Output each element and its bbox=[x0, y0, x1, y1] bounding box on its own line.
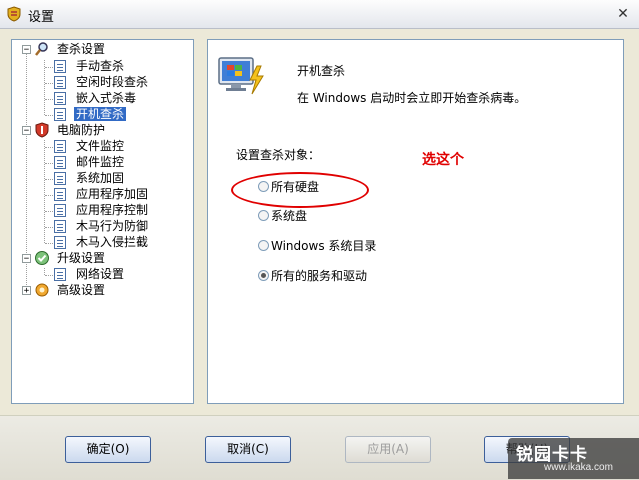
page-icon bbox=[54, 156, 66, 169]
annotation-ellipse bbox=[231, 172, 369, 208]
radio-windows-dir[interactable] bbox=[258, 240, 269, 251]
tree-connector bbox=[45, 211, 53, 212]
shield-protect-icon bbox=[35, 122, 49, 138]
tree-item-system-harden[interactable]: 系统加固 bbox=[76, 170, 124, 186]
apply-button[interactable]: 应用(A) bbox=[345, 436, 431, 463]
shield-app-icon bbox=[7, 6, 21, 22]
tree-item-network[interactable]: 网络设置 bbox=[76, 266, 124, 282]
cancel-button[interactable]: 取消(C) bbox=[205, 436, 291, 463]
collapse-toggle-scan[interactable]: − bbox=[22, 45, 31, 55]
tree-item-trojan-intrusion[interactable]: 木马入侵拦截 bbox=[76, 234, 148, 250]
collapse-toggle-protect[interactable]: − bbox=[22, 126, 31, 136]
tree-item-trojan-behavior[interactable]: 木马行为防御 bbox=[76, 218, 148, 234]
monitor-icon bbox=[218, 57, 264, 95]
tree-item-file-monitor[interactable]: 文件监控 bbox=[76, 138, 124, 154]
option-system-disk-label: 系统盘 bbox=[271, 209, 308, 223]
page-icon bbox=[54, 76, 66, 89]
tree-group-advanced[interactable]: 高级设置 bbox=[57, 282, 105, 298]
tree-branch-line-1 bbox=[44, 60, 45, 115]
panel-description: 在 Windows 启动时会立即开始查杀病毒。 bbox=[297, 91, 527, 105]
page-icon bbox=[54, 236, 66, 249]
tree-item-boot-scan-label: 开机查杀 bbox=[74, 107, 127, 121]
tree-branch-line-3 bbox=[44, 268, 45, 275]
tree-group-update[interactable]: 升级设置 bbox=[57, 250, 105, 266]
tree-item-mail-monitor[interactable]: 邮件监控 bbox=[76, 154, 124, 170]
option-services-drivers-label: 所有的服务和驱动 bbox=[271, 269, 368, 283]
tree-group-protect[interactable]: 电脑防护 bbox=[57, 122, 105, 138]
tree-item-boot-scan[interactable]: 开机查杀 bbox=[74, 106, 127, 122]
tree-connector bbox=[45, 163, 53, 164]
tree-connector bbox=[45, 227, 53, 228]
settings-panel: 开机查杀 在 Windows 启动时会立即开始查杀病毒。 设置查杀对象： 选这个… bbox=[207, 39, 624, 404]
tree-connector bbox=[45, 147, 53, 148]
section-label: 设置查杀对象： bbox=[236, 148, 321, 162]
panel-title: 开机查杀 bbox=[297, 64, 346, 78]
page-icon bbox=[54, 188, 66, 201]
tree-item-app-harden[interactable]: 应用程序加固 bbox=[76, 186, 148, 202]
gear-icon bbox=[35, 283, 49, 297]
tree-item-idle-scan[interactable]: 空闲时段查杀 bbox=[76, 74, 148, 90]
watermark-url: www.ikaka.com bbox=[544, 462, 613, 473]
annotation-text: 选这个 bbox=[422, 152, 464, 168]
tree-connector bbox=[45, 99, 53, 100]
watermark: 锐园卡卡 www.ikaka.com bbox=[508, 438, 639, 479]
tree-group-scan[interactable]: 查杀设置 bbox=[57, 41, 105, 57]
page-icon bbox=[54, 108, 66, 121]
ok-button[interactable]: 确定(O) bbox=[65, 436, 151, 463]
tree-connector bbox=[45, 67, 53, 68]
tree-item-manual-scan[interactable]: 手动查杀 bbox=[76, 58, 124, 74]
page-icon bbox=[54, 220, 66, 233]
tree-connector bbox=[45, 243, 53, 244]
page-icon bbox=[54, 92, 66, 105]
page-icon bbox=[54, 268, 66, 281]
tree-item-app-control[interactable]: 应用程序控制 bbox=[76, 202, 148, 218]
expand-toggle-advanced[interactable]: + bbox=[22, 286, 31, 296]
window-title: 设置 bbox=[28, 10, 55, 25]
close-button[interactable]: ✕ bbox=[613, 5, 633, 23]
radio-system-disk[interactable] bbox=[258, 210, 269, 221]
page-icon bbox=[54, 140, 66, 153]
settings-tree: − 查杀设置 手动查杀 空闲时段查杀 嵌入式杀毒 开机查杀 − 电脑防护 文件监… bbox=[11, 39, 194, 404]
page-icon bbox=[54, 172, 66, 185]
title-bar: 设置 ✕ bbox=[0, 0, 639, 29]
tree-item-embedded-scan[interactable]: 嵌入式杀毒 bbox=[76, 90, 136, 106]
tree-connector bbox=[45, 83, 53, 84]
option-windows-dir-label: Windows 系统目录 bbox=[271, 239, 377, 253]
page-icon bbox=[54, 204, 66, 217]
dialog-body: − 查杀设置 手动查杀 空闲时段查杀 嵌入式杀毒 开机查杀 − 电脑防护 文件监… bbox=[0, 29, 639, 480]
magnifier-icon bbox=[35, 42, 48, 56]
page-icon bbox=[54, 60, 66, 73]
update-check-icon bbox=[35, 251, 49, 265]
radio-services-drivers[interactable] bbox=[258, 270, 269, 281]
collapse-toggle-update[interactable]: − bbox=[22, 254, 31, 264]
tree-connector bbox=[45, 179, 53, 180]
tree-connector bbox=[45, 195, 53, 196]
tree-connector bbox=[45, 275, 53, 276]
tree-connector bbox=[45, 115, 53, 116]
